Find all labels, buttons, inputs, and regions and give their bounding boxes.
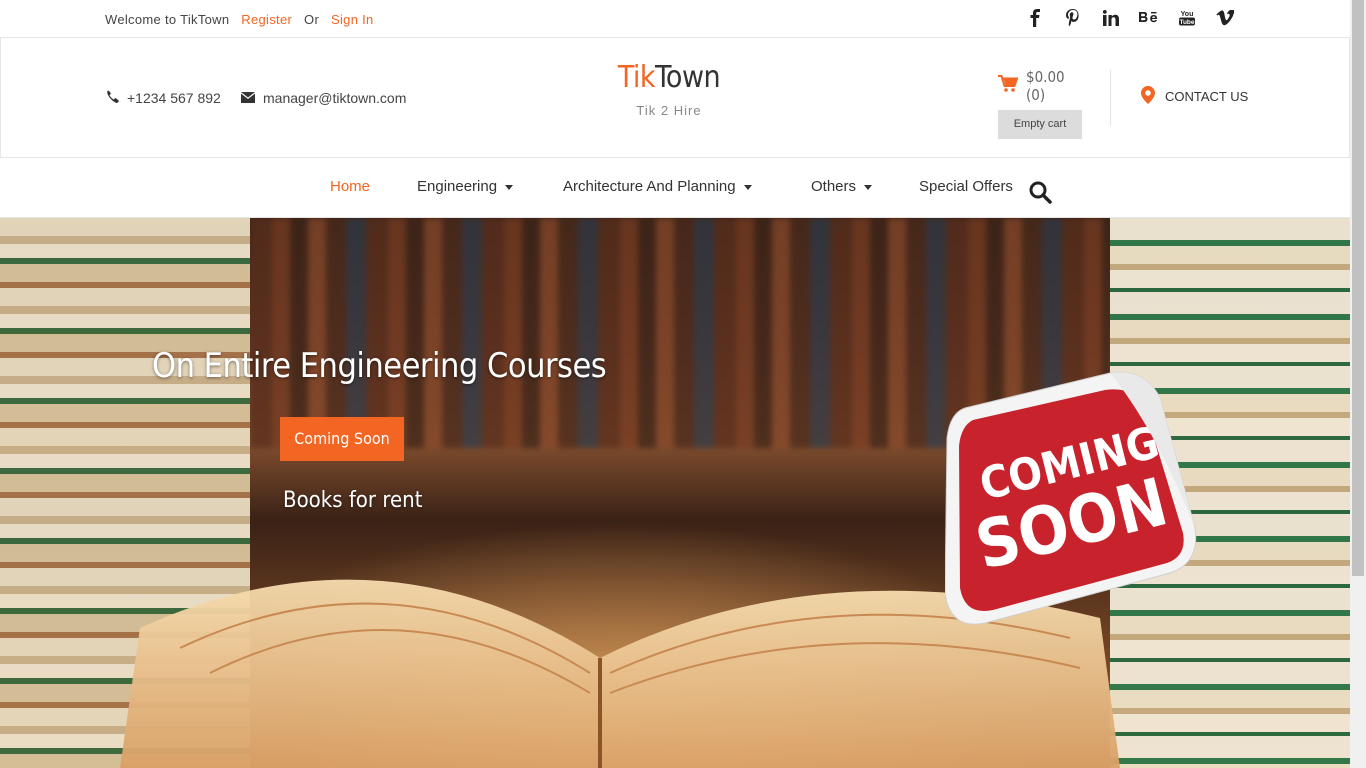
- hero-title: On Entire Engineering Courses: [152, 346, 607, 386]
- nav-others[interactable]: Others: [811, 178, 873, 195]
- welcome-text: Welcome to TikTown: [105, 12, 230, 27]
- nav-architecture-planning[interactable]: Architecture And Planning: [563, 178, 752, 195]
- top-bar: Welcome to TikTown Register Or Sign In Y…: [0, 0, 1350, 38]
- contact-us-label: CONTACT US: [1165, 89, 1249, 104]
- cart-icon: [998, 75, 1019, 97]
- site-header: +1234 567 892 manager@tiktown.com TikTow…: [0, 38, 1350, 158]
- linkedin-icon[interactable]: [1101, 8, 1121, 28]
- envelope-icon: [241, 90, 255, 106]
- behance-icon[interactable]: [1139, 8, 1159, 28]
- empty-cart-button[interactable]: Empty cart: [998, 110, 1082, 139]
- email-address[interactable]: manager@tiktown.com: [263, 90, 406, 106]
- pinterest-icon[interactable]: [1063, 8, 1083, 28]
- main-nav: Home Engineering Architecture And Planni…: [0, 158, 1350, 218]
- scrollbar-thumb[interactable]: [1352, 0, 1364, 576]
- map-pin-icon: [1141, 86, 1155, 107]
- nav-engineering[interactable]: Engineering: [417, 178, 514, 195]
- nav-special-offers[interactable]: Special Offers: [919, 178, 1013, 195]
- facebook-icon[interactable]: [1025, 8, 1045, 28]
- caret-down-icon: [505, 185, 514, 190]
- logo-tik: Tik: [617, 60, 656, 95]
- hero-banner: On Entire Engineering Courses Coming Soo…: [0, 218, 1350, 768]
- youtube-icon[interactable]: You Tube: [1177, 8, 1197, 28]
- nav-home[interactable]: Home: [330, 178, 370, 195]
- svg-text:Tube: Tube: [1179, 19, 1194, 26]
- nav-others-label: Others: [811, 178, 857, 195]
- caret-down-icon: [743, 185, 752, 190]
- site-logo[interactable]: TikTown Tik 2 Hire: [601, 60, 737, 118]
- phone-icon: [106, 90, 119, 106]
- coming-soon-button[interactable]: Coming Soon: [280, 417, 404, 461]
- logo-wordmark: TikTown: [601, 60, 737, 95]
- page-scrollbar[interactable]: [1350, 0, 1366, 768]
- logo-tagline: Tik 2 Hire: [636, 103, 702, 118]
- phone-number: +1234 567 892: [127, 90, 221, 106]
- coming-soon-badge: COMING SOON: [945, 371, 1197, 625]
- cart-widget[interactable]: $0.00 (0) Empty cart: [998, 68, 1082, 139]
- welcome-area: Welcome to TikTown Register Or Sign In: [105, 12, 382, 27]
- nav-engineering-label: Engineering: [417, 178, 498, 195]
- svg-text:You: You: [1181, 11, 1194, 18]
- vimeo-icon[interactable]: [1215, 8, 1235, 28]
- nav-special-offers-label: Special Offers: [919, 178, 1013, 195]
- nav-architecture-label: Architecture And Planning: [563, 178, 736, 195]
- hero-subtitle: Books for rent: [283, 488, 423, 513]
- cart-total: $0.00 (0): [1026, 68, 1065, 104]
- register-link[interactable]: Register: [241, 12, 292, 27]
- social-links: You Tube: [1025, 8, 1235, 28]
- cart-summary[interactable]: $0.00 (0): [998, 68, 1082, 104]
- contact-us-link[interactable]: CONTACT US: [1141, 86, 1248, 107]
- search-icon[interactable]: [1028, 180, 1052, 209]
- sign-in-link[interactable]: Sign In: [331, 12, 374, 27]
- email-contact: manager@tiktown.com: [241, 90, 406, 106]
- phone-contact: +1234 567 892: [106, 90, 221, 106]
- logo-town: Town: [655, 60, 721, 95]
- or-text: Or: [304, 12, 320, 27]
- caret-down-icon: [864, 185, 873, 190]
- header-divider: [1110, 70, 1111, 126]
- nav-home-label: Home: [330, 178, 371, 195]
